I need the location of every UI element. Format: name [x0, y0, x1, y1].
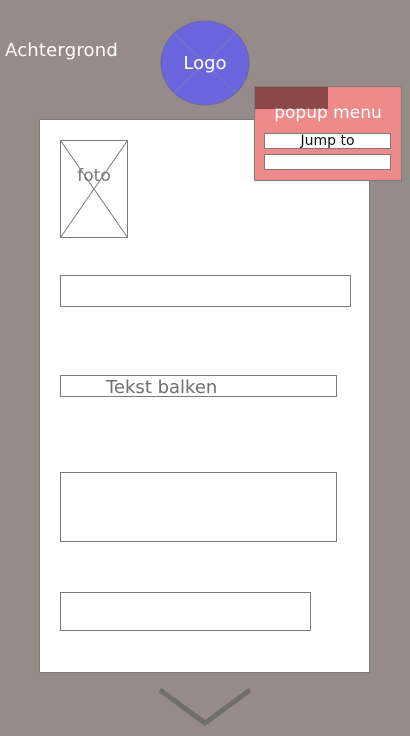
photo-label: foto: [77, 166, 111, 186]
popup-title: popup menu: [274, 103, 382, 123]
logo-label: Logo: [183, 52, 227, 74]
text-bar-label: Tekst balken: [106, 377, 218, 398]
text-field-2[interactable]: [60, 592, 311, 631]
background-label: Achtergrond: [5, 40, 118, 61]
image-placeholder-icon: [60, 140, 128, 238]
chevron-down-icon[interactable]: [158, 688, 252, 728]
popup-jump-to-field[interactable]: Jump to: [264, 133, 391, 149]
text-field-1[interactable]: [60, 275, 351, 307]
text-bar[interactable]: Tekst balken: [60, 375, 337, 398]
photo-placeholder: foto: [60, 140, 128, 238]
logo: Logo: [160, 20, 250, 106]
popup-menu[interactable]: popup menu Jump to: [254, 86, 402, 181]
text-area[interactable]: [60, 472, 337, 542]
popup-empty-field[interactable]: [264, 154, 391, 170]
